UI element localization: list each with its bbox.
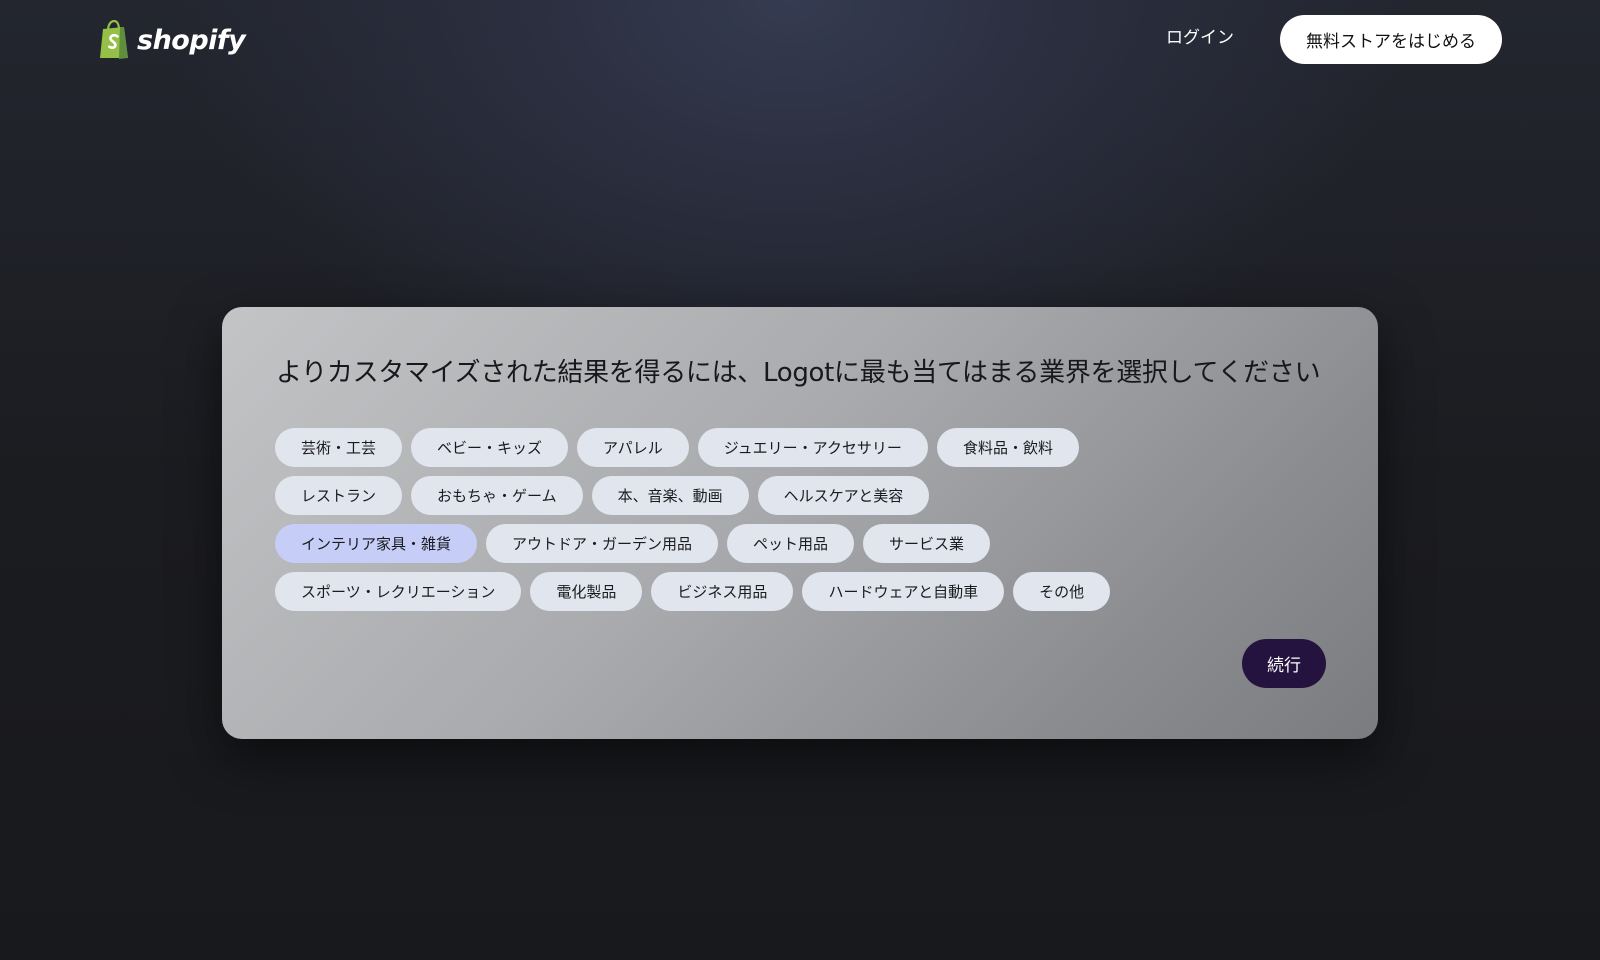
industry-chip-selected[interactable]: インテリア家具・雑貨: [275, 524, 478, 563]
industry-chip[interactable]: ベビー・キッズ: [411, 428, 569, 467]
industry-selection-card: よりカスタマイズされた結果を得るには、Logotに最も当てはまる業界を選択してく…: [222, 307, 1378, 739]
chip-row: スポーツ・レクリエーション 電化製品 ビジネス用品 ハードウェアと自動車 その他: [275, 572, 1335, 611]
industry-chip[interactable]: ヘルスケアと美容: [757, 476, 930, 515]
top-header: shopify ログイン 無料ストアをはじめる: [0, 0, 1600, 80]
industry-chip[interactable]: サービス業: [863, 524, 991, 563]
chip-row: レストラン おもちゃ・ゲーム 本、音楽、動画 ヘルスケアと美容: [275, 476, 1335, 515]
chip-row: 芸術・工芸 ベビー・キッズ アパレル ジュエリー・アクセサリー 食料品・飲料: [275, 428, 1335, 467]
industry-chip[interactable]: ハードウェアと自動車: [802, 572, 1005, 611]
industry-chip[interactable]: アウトドア・ガーデン用品: [486, 524, 719, 563]
industry-chip[interactable]: その他: [1013, 572, 1111, 611]
industry-chip[interactable]: レストラン: [275, 476, 403, 515]
industry-chip[interactable]: ビジネス用品: [651, 572, 794, 611]
shopify-bag-icon: [100, 20, 128, 59]
industry-chip[interactable]: アパレル: [577, 428, 689, 467]
industry-chip[interactable]: 食料品・飲料: [936, 428, 1079, 467]
industry-chip-list: 芸術・工芸 ベビー・キッズ アパレル ジュエリー・アクセサリー 食料品・飲料 レ…: [275, 428, 1335, 620]
start-free-store-button[interactable]: 無料ストアをはじめる: [1280, 15, 1502, 64]
industry-chip[interactable]: おもちゃ・ゲーム: [411, 476, 583, 515]
industry-chip[interactable]: スポーツ・レクリエーション: [275, 572, 522, 611]
shopify-logo[interactable]: shopify: [97, 18, 246, 62]
industry-chip[interactable]: ペット用品: [727, 524, 855, 563]
industry-chip[interactable]: 芸術・工芸: [275, 428, 403, 467]
login-link[interactable]: ログイン: [1166, 26, 1234, 50]
card-title: よりカスタマイズされた結果を得るには、Logotに最も当てはまる業界を選択してく…: [276, 358, 1321, 388]
industry-chip[interactable]: 本、音楽、動画: [591, 476, 749, 515]
logo-text: shopify: [137, 24, 246, 56]
industry-chip[interactable]: ジュエリー・アクセサリー: [697, 428, 928, 467]
chip-row: インテリア家具・雑貨 アウトドア・ガーデン用品 ペット用品 サービス業: [275, 524, 1335, 563]
industry-chip[interactable]: 電化製品: [530, 572, 643, 611]
continue-button[interactable]: 続行: [1242, 639, 1326, 688]
